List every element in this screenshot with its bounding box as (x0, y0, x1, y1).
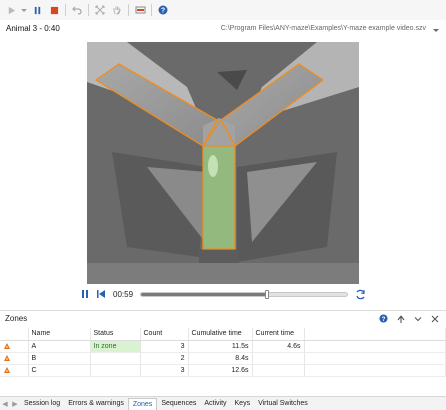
table-row[interactable]: B 2 8.4s (0, 352, 446, 365)
scroll-right-icon[interactable]: ▶ (10, 398, 20, 410)
column-header[interactable] (0, 328, 29, 341)
zone-count: 2 (140, 352, 189, 365)
video-path[interactable]: C:\Program Files\ANY-maze\Examples\Y-maz… (221, 25, 426, 32)
playback-bar: 00:59 (0, 287, 446, 303)
toolbar-divider (65, 4, 66, 16)
hand-icon[interactable] (110, 3, 124, 17)
filler-cell (304, 352, 446, 365)
zone-type-cell (0, 340, 29, 353)
tab-virtual-switches[interactable]: Virtual Switches (254, 398, 312, 410)
svg-text:?: ? (382, 316, 386, 323)
tab-zones[interactable]: Zones (127, 397, 158, 410)
path-dropdown-icon[interactable] (432, 26, 440, 34)
skip-to-start-icon[interactable] (96, 289, 106, 299)
svg-text:?: ? (161, 8, 165, 15)
zone-icon (3, 366, 11, 374)
stop-icon[interactable] (47, 3, 61, 17)
zone-current-time (252, 364, 305, 377)
pause-icon[interactable] (80, 289, 90, 299)
tab-keys[interactable]: Keys (231, 398, 255, 410)
play-icon[interactable] (4, 3, 18, 17)
zone-icon (3, 354, 11, 362)
zone-status (90, 364, 141, 377)
playback-time: 00:59 (113, 290, 134, 299)
help-icon[interactable]: ? (379, 314, 388, 323)
undo-icon[interactable] (70, 3, 84, 17)
panel-header: Zones ? (0, 311, 446, 326)
panel-title: Zones (5, 314, 28, 323)
column-header-name[interactable]: Name (28, 328, 91, 341)
animal-title: Animal 3 - 0:40 (6, 24, 60, 33)
column-header-filler (304, 328, 446, 341)
column-header-status[interactable]: Status (90, 328, 141, 341)
fit-icon[interactable] (93, 3, 107, 17)
bottom-tabs: ◀ ▶ Session log Errors & warnings Zones … (0, 396, 446, 410)
table-row[interactable]: A In zone 3 11.5s 4.6s (0, 340, 446, 353)
zone-cumulative-time: 12.6s (188, 364, 253, 377)
tab-activity[interactable]: Activity (200, 398, 230, 410)
help-icon[interactable]: ? (156, 3, 170, 17)
tab-sequences[interactable]: Sequences (157, 398, 200, 410)
zone-count: 3 (140, 340, 189, 353)
column-header-count[interactable]: Count (140, 328, 189, 341)
pause-icon[interactable] (30, 3, 44, 17)
scroll-left-icon[interactable]: ◀ (0, 398, 10, 410)
toolbar-divider (128, 4, 129, 16)
playback-slider[interactable] (140, 290, 348, 299)
zone-icon (3, 342, 11, 350)
zone-type-cell (0, 352, 29, 365)
column-header-current-time[interactable]: Current time (252, 328, 305, 341)
toolbar-divider (151, 4, 152, 16)
table-row[interactable]: C 3 12.6s (0, 364, 446, 377)
playback-handle[interactable] (264, 290, 269, 299)
title-row: Animal 3 - 0:40 C:\Program Files\ANY-maz… (0, 22, 446, 38)
dropdown-caret-icon[interactable] (21, 3, 27, 17)
video-frame[interactable] (87, 42, 359, 284)
zone-name: A (28, 340, 91, 353)
zone-name: C (28, 364, 91, 377)
toolbar: ? (0, 0, 446, 20)
zones-panel: Zones ? Name Status Count Cumulative tim… (0, 310, 446, 395)
zone-status: In zone (90, 340, 141, 353)
table-header-row: Name Status Count Cumulative time Curren… (0, 328, 446, 341)
arrow-up-icon[interactable] (396, 314, 405, 323)
zones-table: Name Status Count Cumulative time Curren… (0, 328, 446, 377)
zone-cumulative-time: 8.4s (188, 352, 253, 365)
filler-cell (304, 340, 446, 353)
tab-errors-warnings[interactable]: Errors & warnings (64, 398, 128, 410)
zone-name: B (28, 352, 91, 365)
column-header-cumulative-time[interactable]: Cumulative time (188, 328, 253, 341)
zone-cumulative-time: 11.5s (188, 340, 253, 353)
toolbar-divider (88, 4, 89, 16)
tab-session-log[interactable]: Session log (20, 398, 64, 410)
playback-progress-fill (141, 293, 267, 296)
zone-count: 3 (140, 364, 189, 377)
maze-video-image (87, 42, 359, 284)
chevron-down-icon[interactable] (413, 314, 422, 323)
filler-cell (304, 364, 446, 377)
close-icon[interactable] (430, 314, 439, 323)
zone-current-time: 4.6s (252, 340, 305, 353)
zone-type-cell (0, 364, 29, 377)
zone-status (90, 352, 141, 365)
record-icon[interactable] (133, 3, 147, 17)
loop-icon[interactable] (354, 288, 367, 301)
zone-current-time (252, 352, 305, 365)
